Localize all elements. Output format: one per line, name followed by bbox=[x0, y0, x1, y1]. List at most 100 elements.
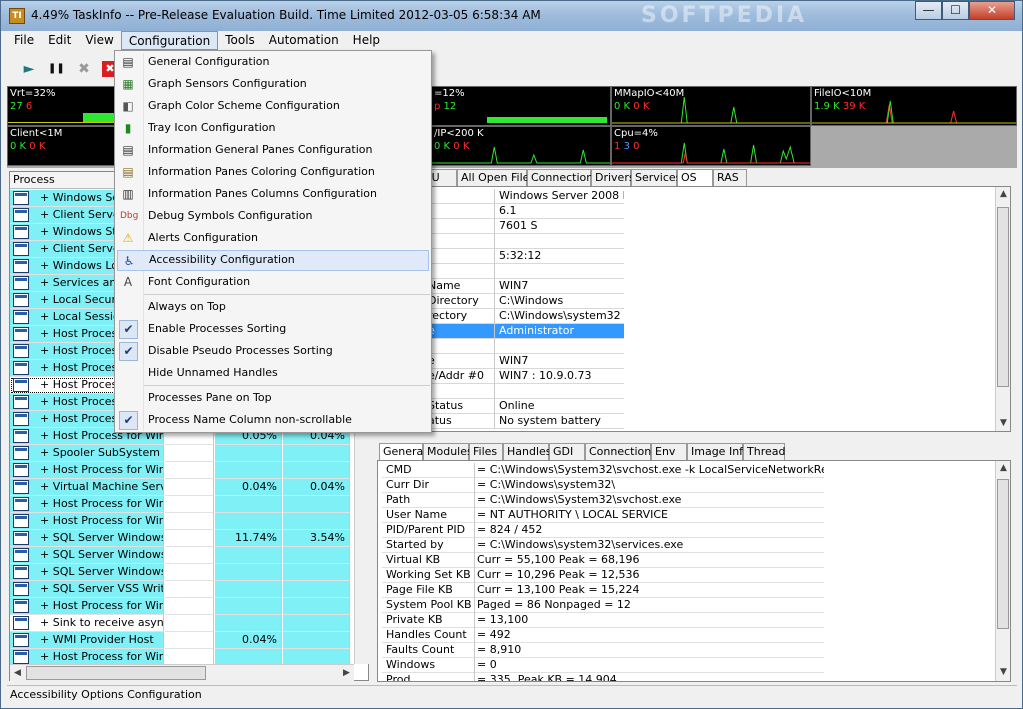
scroll-right-icon[interactable]: ▶ bbox=[339, 666, 354, 681]
tab-services[interactable]: Services bbox=[631, 169, 681, 186]
process-name-cell: + Host Process for Windo bbox=[10, 598, 164, 615]
property-value: = NT AUTHORITY \ LOCAL SERVICE bbox=[474, 508, 824, 523]
property-row[interactable]: Handles Count = 492 bbox=[382, 628, 824, 643]
menu-item-enable-processes-sorting[interactable]: ✔ Enable Processes Sorting bbox=[117, 319, 429, 340]
close-button[interactable]: ✕ bbox=[969, 1, 1015, 20]
menu-tools[interactable]: Tools bbox=[218, 31, 262, 50]
property-row[interactable]: Working Set KB Curr = 10,296 Peak = 12,53… bbox=[382, 568, 824, 583]
menu-item-process-name-column-non-scrollable[interactable]: ✔ Process Name Column non-scrollable bbox=[117, 410, 429, 431]
tab-connections-detail[interactable]: Connections bbox=[585, 443, 657, 460]
menu-item-disable-pseudo-processes-sorting[interactable]: ✔ Disable Pseudo Processes Sorting bbox=[117, 341, 429, 362]
tab-general[interactable]: General bbox=[379, 443, 426, 461]
menu-item-always-on-top[interactable]: Always on Top bbox=[117, 297, 429, 318]
tab-drivers[interactable]: Drivers bbox=[591, 169, 635, 186]
scroll-thumb[interactable] bbox=[997, 479, 1009, 629]
os-vertical-scrollbar[interactable]: ▲ ▼ bbox=[995, 187, 1010, 431]
process-row[interactable]: + SQL Server Windows N bbox=[10, 564, 354, 581]
process-row[interactable]: + WMI Provider Host 0.04% bbox=[10, 632, 354, 649]
process-row[interactable]: + Host Process for Windo bbox=[10, 462, 354, 479]
graph-cpu[interactable]: Cpu=4% 1 3 0 bbox=[611, 126, 811, 166]
os-info-value: 5:32:12 bbox=[494, 249, 624, 264]
tab-files[interactable]: Files bbox=[469, 443, 503, 460]
menu-item-tray-icon-configuration[interactable]: ▮ Tray Icon Configuration bbox=[117, 118, 429, 139]
process-row[interactable]: + SQL Server VSS Writer bbox=[10, 581, 354, 598]
menu-item-hide-unnamed-handles[interactable]: Hide Unnamed Handles bbox=[117, 363, 429, 384]
graph-fileio[interactable]: FileIO<10M 1.9 K 39 K bbox=[811, 86, 1017, 126]
property-row[interactable]: Windows = 0 bbox=[382, 658, 824, 673]
graph-tcpip[interactable]: /IP<200 K 0 K 0 K bbox=[431, 126, 611, 166]
tab-image-info[interactable]: Image Info bbox=[687, 443, 750, 460]
property-row[interactable]: Curr Dir = C:\Windows\system32\ bbox=[382, 478, 824, 493]
process-row[interactable]: + SQL Server Windows N bbox=[10, 547, 354, 564]
property-row[interactable]: Started by = C:\Windows\system32\services… bbox=[382, 538, 824, 553]
property-row[interactable]: Faults Count = 8,910 bbox=[382, 643, 824, 658]
menu-item-font-configuration[interactable]: A Font Configuration bbox=[117, 272, 429, 293]
menu-edit[interactable]: Edit bbox=[41, 31, 78, 50]
menu-view[interactable]: View bbox=[78, 31, 120, 50]
tab-handles[interactable]: Handles bbox=[503, 443, 552, 460]
menu-item-accessibility-configuration[interactable]: ♿ Accessibility Configuration bbox=[117, 250, 429, 271]
menu-item-label: Information Panes Columns Configuration bbox=[148, 187, 377, 200]
menu-configuration[interactable]: Configuration bbox=[120, 31, 219, 50]
property-row[interactable]: Path = C:\Windows\System32\svchost.exe bbox=[382, 493, 824, 508]
menu-item-alerts-configuration[interactable]: ⚠ Alerts Configuration bbox=[117, 228, 429, 249]
property-row[interactable]: User Name = NT AUTHORITY \ LOCAL SERVICE bbox=[382, 508, 824, 523]
menu-file[interactable]: File bbox=[7, 31, 41, 50]
pause-icon[interactable]: ❚❚ bbox=[48, 61, 65, 77]
maximize-button[interactable]: ☐ bbox=[942, 1, 969, 20]
scroll-thumb[interactable] bbox=[997, 207, 1009, 387]
process-row[interactable]: + Spooler SubSystem App bbox=[10, 445, 354, 462]
scroll-up-icon[interactable]: ▲ bbox=[996, 461, 1010, 476]
property-row[interactable]: Private KB = 13,100 bbox=[382, 613, 824, 628]
tab-ras[interactable]: RAS bbox=[713, 169, 747, 186]
os-info-value: C:\Windows bbox=[494, 294, 624, 309]
tab-connections[interactable]: Connections bbox=[527, 169, 599, 186]
graph-cpu-percent[interactable]: =12% p 12 bbox=[431, 86, 611, 126]
menu-help[interactable]: Help bbox=[346, 31, 387, 50]
tab-modules[interactable]: Modules bbox=[423, 443, 473, 460]
stop-icon[interactable]: ✖ bbox=[76, 61, 92, 77]
tab-gdi[interactable]: GDI bbox=[549, 443, 585, 460]
scroll-left-icon[interactable]: ◀ bbox=[10, 666, 25, 681]
process-row[interactable]: + Host Process for Windo bbox=[10, 496, 354, 513]
menu-item-information-panes-coloring-configuration[interactable]: ▤ Information Panes Coloring Configuratio… bbox=[117, 162, 429, 183]
process-icon bbox=[13, 225, 29, 239]
menu-item-graph-color-scheme-configuration[interactable]: ◧ Graph Color Scheme Configuration bbox=[117, 96, 429, 117]
property-row[interactable]: Virtual KB Curr = 55,100 Peak = 68,196 bbox=[382, 553, 824, 568]
process-row[interactable]: + Virtual Machine Service 0.04%0.04% bbox=[10, 479, 354, 496]
tab-thread[interactable]: Thread bbox=[743, 443, 785, 460]
process-cpu-avg-cell bbox=[283, 564, 350, 581]
scroll-thumb[interactable] bbox=[26, 666, 206, 680]
scroll-down-icon[interactable]: ▼ bbox=[996, 416, 1010, 431]
process-row[interactable]: + Host Process for Windo bbox=[10, 513, 354, 530]
properties-vertical-scrollbar[interactable]: ▲ ▼ bbox=[995, 461, 1010, 681]
menu-item-information-general-panes-configuration[interactable]: ▤ Information General Panes Configuration bbox=[117, 140, 429, 161]
process-horizontal-scrollbar[interactable]: ◀ ▶ bbox=[10, 664, 354, 681]
property-row[interactable]: System Pool KB Paged = 86 Nonpaged = 12 bbox=[382, 598, 824, 613]
menu-item-graph-sensors-configuration[interactable]: ▦ Graph Sensors Configuration bbox=[117, 74, 429, 95]
property-row[interactable]: CMD = C:\Windows\System32\svchost.exe -k … bbox=[382, 463, 824, 478]
menu-item-debug-symbols-configuration[interactable]: Dbg Debug Symbols Configuration bbox=[117, 206, 429, 227]
property-row[interactable]: PID/Parent PID = 824 / 452 bbox=[382, 523, 824, 538]
property-row[interactable]: Page File KB Curr = 13,100 Peak = 15,224 bbox=[382, 583, 824, 598]
scroll-down-icon[interactable]: ▼ bbox=[996, 665, 1010, 680]
menu-item-label: Information Panes Coloring Configuration bbox=[148, 165, 375, 178]
process-row[interactable]: + Host Process for Windo bbox=[10, 598, 354, 615]
property-row[interactable]: Prod... = 335, Peak KB = 14,904 bbox=[382, 673, 824, 681]
process-row[interactable]: + SQL Server Windows N 11.74%3.54% bbox=[10, 530, 354, 547]
menu-item-label: Hide Unnamed Handles bbox=[148, 366, 278, 379]
scroll-up-icon[interactable]: ▲ bbox=[996, 187, 1010, 202]
menu-item-information-panes-columns-configuration[interactable]: ▥ Information Panes Columns Configuration bbox=[117, 184, 429, 205]
menu-item-general-configuration[interactable]: ▤ General Configuration bbox=[117, 52, 429, 73]
graph-mmapio[interactable]: MMapIO<40M 0 K 0 K bbox=[611, 86, 811, 126]
tab-all-open-files[interactable]: All Open Files bbox=[457, 169, 535, 186]
play-icon[interactable]: ► bbox=[21, 61, 37, 77]
title-bar[interactable]: TI 4.49% TaskInfo -- Pre-Release Evaluat… bbox=[1, 1, 1022, 31]
process-row[interactable]: + Sink to receive asynchr bbox=[10, 615, 354, 632]
menu-item-label: Processes Pane on Top bbox=[148, 391, 272, 404]
minimize-button[interactable]: — bbox=[915, 1, 942, 20]
tab-os[interactable]: OS bbox=[677, 169, 713, 187]
tab-env[interactable]: Env bbox=[651, 443, 687, 460]
menu-item-processes-pane-on-top[interactable]: Processes Pane on Top bbox=[117, 388, 429, 409]
menu-automation[interactable]: Automation bbox=[262, 31, 346, 50]
